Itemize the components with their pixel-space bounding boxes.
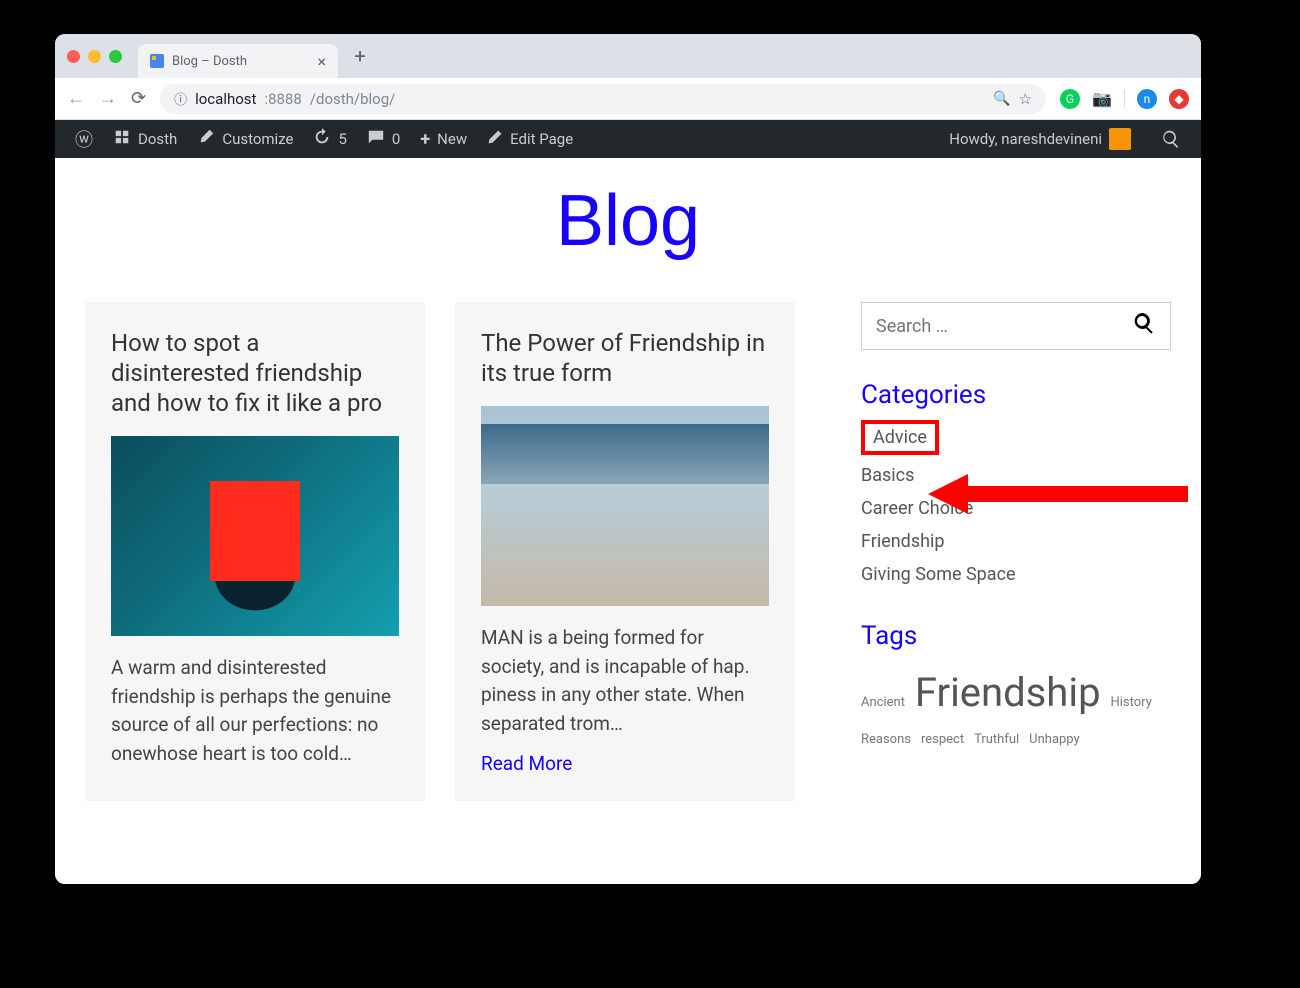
wp-site-name: Dosth — [138, 130, 177, 148]
new-tab-button[interactable]: + — [346, 42, 374, 70]
search-icon — [1161, 129, 1181, 149]
post-excerpt: MAN is a being formed for society, and i… — [481, 624, 769, 738]
extension-grammarly-icon[interactable]: G — [1060, 89, 1080, 109]
site-info-icon[interactable]: ⓘ — [174, 89, 187, 108]
posts-grid: How to spot a disinterested friendship a… — [85, 302, 831, 801]
pencil-icon — [487, 129, 503, 149]
plus-icon: + — [420, 129, 430, 150]
search-submit-button[interactable] — [1132, 311, 1156, 341]
tab-strip: Blog – Dosth × + — [55, 34, 1201, 78]
browser-window: Blog – Dosth × + ← → ⟳ ⓘ localhost :8888 /… — [55, 34, 1201, 884]
close-window-button[interactable] — [67, 50, 80, 63]
wp-new-link[interactable]: + New — [410, 120, 477, 158]
url-port: :8888 — [264, 90, 301, 108]
zoom-icon[interactable]: 🔍 — [993, 91, 1010, 107]
categories-heading: Categories — [861, 380, 1171, 410]
category-link-giving-some-space[interactable]: Giving Some Space — [861, 558, 1171, 591]
back-button[interactable]: ← — [67, 88, 85, 109]
category-link-basics[interactable]: Basics — [861, 459, 1171, 492]
toolbar: ← → ⟳ ⓘ localhost :8888/dosth/blog/ 🔍 ☆ G… — [55, 78, 1201, 120]
tag-link[interactable]: Reasons — [861, 732, 911, 747]
bookmark-icon[interactable]: ☆ — [1019, 90, 1032, 108]
profile-icon[interactable]: n — [1137, 89, 1157, 109]
screenshot-icon[interactable]: 📷 — [1092, 89, 1112, 109]
dashboard-icon — [113, 128, 131, 150]
wp-admin-bar: ⓦ Dosth Customize 5 0 + New — [55, 120, 1201, 158]
page-title: Blog — [55, 180, 1201, 262]
extension-red-icon[interactable]: ◆ — [1169, 89, 1189, 109]
wp-updates-link[interactable]: 5 — [303, 120, 356, 158]
tag-link[interactable]: History — [1111, 695, 1152, 710]
post-excerpt: A warm and disinterested friendship is p… — [111, 654, 399, 768]
category-link-advice[interactable]: Advice — [861, 420, 939, 455]
post-card: The Power of Friendship in its true form… — [455, 302, 795, 801]
tag-link[interactable]: Friendship — [915, 669, 1101, 716]
comment-icon — [367, 128, 385, 150]
wp-site-link[interactable]: Dosth — [103, 120, 187, 158]
category-link-career-choice[interactable]: Career Choice — [861, 492, 1171, 525]
brush-icon — [197, 128, 215, 150]
tag-cloud: Ancient Friendship History Reasons respe… — [861, 661, 1171, 751]
wp-comments-count: 0 — [392, 130, 400, 148]
category-link-friendship[interactable]: Friendship — [861, 525, 1171, 558]
categories-list: Advice Basics Career Choice Friendship G… — [861, 420, 1171, 591]
forward-button[interactable]: → — [99, 88, 117, 109]
content-area: How to spot a disinterested friendship a… — [55, 302, 1201, 801]
url-path: /dosth/blog/ — [310, 90, 396, 108]
favicon-icon — [150, 54, 164, 68]
browser-tab[interactable]: Blog – Dosth × — [138, 44, 338, 78]
wp-howdy-text: Howdy, nareshdevineni — [949, 130, 1102, 148]
close-tab-button[interactable]: × — [317, 52, 326, 71]
post-title[interactable]: The Power of Friendship in its true form — [481, 328, 769, 388]
url-host: localhost — [195, 90, 256, 108]
page-viewport: Blog How to spot a disinterested friends… — [55, 158, 1201, 884]
avatar — [1109, 128, 1131, 150]
wp-comments-link[interactable]: 0 — [357, 120, 410, 158]
post-thumbnail[interactable] — [111, 436, 399, 636]
search-icon — [1132, 311, 1156, 335]
wp-logo-button[interactable]: ⓦ — [65, 120, 103, 158]
search-input[interactable] — [876, 316, 1132, 337]
search-widget — [861, 302, 1171, 350]
wp-updates-count: 5 — [338, 130, 346, 148]
wp-customize-label: Customize — [222, 130, 293, 148]
tag-link[interactable]: Truthful — [974, 732, 1019, 747]
separator — [1124, 90, 1125, 108]
minimize-window-button[interactable] — [88, 50, 101, 63]
tags-heading: Tags — [861, 621, 1171, 651]
address-bar[interactable]: ⓘ localhost :8888/dosth/blog/ 🔍 ☆ — [160, 84, 1046, 114]
wp-customize-link[interactable]: Customize — [187, 120, 303, 158]
post-thumbnail[interactable] — [481, 406, 769, 606]
sidebar: Categories Advice Basics Career Choice F… — [861, 302, 1171, 801]
tag-link[interactable]: respect — [921, 732, 964, 747]
window-controls — [67, 50, 122, 63]
read-more-link[interactable]: Read More — [481, 752, 572, 775]
wordpress-icon: ⓦ — [75, 126, 93, 152]
extension-icons: G 📷 n ◆ — [1060, 89, 1189, 109]
refresh-icon — [313, 128, 331, 150]
wp-edit-page-label: Edit Page — [510, 130, 573, 148]
post-title[interactable]: How to spot a disinterested friendship a… — [111, 328, 399, 418]
wp-new-label: New — [437, 130, 467, 148]
wp-search-button[interactable] — [1151, 129, 1191, 149]
maximize-window-button[interactable] — [109, 50, 122, 63]
tag-link[interactable]: Ancient — [861, 695, 905, 710]
wp-edit-page-link[interactable]: Edit Page — [477, 120, 583, 158]
post-card: How to spot a disinterested friendship a… — [85, 302, 425, 801]
reload-button[interactable]: ⟳ — [131, 88, 146, 109]
tab-title: Blog – Dosth — [172, 54, 247, 69]
tag-link[interactable]: Unhappy — [1029, 732, 1080, 747]
wp-account-link[interactable]: Howdy, nareshdevineni — [939, 128, 1141, 150]
